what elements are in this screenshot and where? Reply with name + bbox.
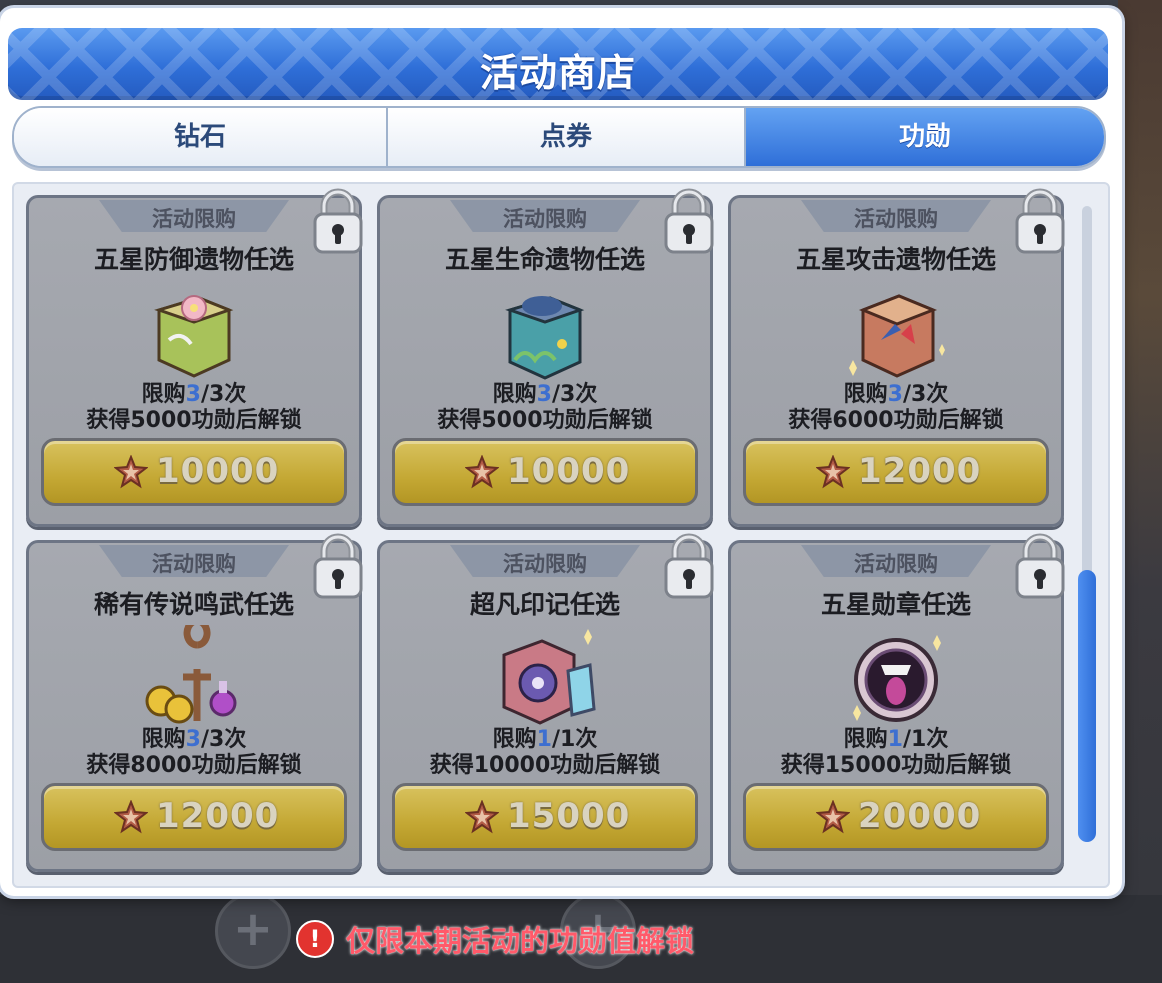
- medal-badge-icon: [853, 635, 941, 722]
- merit-star-icon: [465, 455, 499, 489]
- item-name: 五星防御遗物任选: [93, 245, 294, 274]
- seal-crystal-box-icon: [502, 629, 596, 725]
- item-tag: 活动限购: [503, 552, 587, 576]
- merit-star-icon: [465, 800, 499, 834]
- buy-button[interactable]: 10000: [392, 438, 698, 506]
- lock-icon: [664, 188, 714, 254]
- notice-text: 仅限本期活动的功勋值解锁: [346, 924, 695, 958]
- plus-icon: +: [215, 893, 291, 969]
- item-name: 超凡印记任选: [469, 590, 620, 619]
- unlock-condition: 获得15000功勋后解锁: [780, 753, 1012, 778]
- item-price: 10000: [156, 451, 280, 491]
- tab-diamond[interactable]: 钻石: [14, 108, 388, 166]
- buy-button[interactable]: 15000: [392, 783, 698, 851]
- scrollbar-thumb[interactable]: [1078, 570, 1096, 842]
- attack-relic-box-icon: [849, 294, 945, 378]
- unlock-condition: 获得5000功勋后解锁: [86, 408, 302, 433]
- item-tag: 活动限购: [503, 207, 587, 231]
- buy-button[interactable]: 20000: [743, 783, 1049, 851]
- tab-merit[interactable]: 功勋: [746, 108, 1104, 166]
- shop-item-card[interactable]: 活动限购 超凡印记任选 限购1/1次 获得10000功勋后解锁 15000: [377, 533, 714, 872]
- shop-item-card[interactable]: 活动限购 五星攻击遗物任选 限购3/3次 获得6000功勋后解锁 12000: [728, 188, 1065, 527]
- unlock-condition: 获得6000功勋后解锁: [788, 408, 1004, 433]
- merit-star-icon: [816, 455, 850, 489]
- cherry-blossom-relic-box-icon: [154, 295, 234, 378]
- item-tag: 活动限购: [152, 552, 236, 576]
- unlock-condition: 获得8000功勋后解锁: [86, 753, 302, 778]
- item-price: 15000: [507, 796, 631, 836]
- warning-icon: !: [296, 920, 334, 958]
- item-name: 五星勋章任选: [820, 590, 971, 619]
- item-tag: 活动限购: [854, 552, 938, 576]
- shop-title: 活动商店: [479, 51, 636, 95]
- item-tag: 活动限购: [152, 207, 236, 231]
- item-price: 12000: [858, 451, 982, 491]
- lock-icon: [313, 188, 363, 254]
- ocean-relic-box-icon: [505, 296, 585, 380]
- buy-button[interactable]: 12000: [41, 783, 347, 851]
- lock-icon: [1015, 533, 1065, 599]
- buy-button[interactable]: 10000: [41, 438, 347, 506]
- lock-icon: [313, 533, 363, 599]
- shop-item-card[interactable]: 活动限购 五星防御遗物任选 限购3/3次 获得5000功勋后解锁 10000: [26, 188, 363, 527]
- item-name: 稀有传说鸣武任选: [93, 590, 294, 619]
- item-price: 10000: [507, 451, 631, 491]
- unlock-condition: 获得10000功勋后解锁: [429, 753, 661, 778]
- unlock-condition: 获得5000功勋后解锁: [437, 408, 653, 433]
- merit-star-icon: [816, 800, 850, 834]
- item-price: 12000: [156, 796, 280, 836]
- item-price: 20000: [858, 796, 982, 836]
- item-name: 五星生命遗物任选: [444, 245, 645, 274]
- merit-star-icon: [114, 800, 148, 834]
- lock-icon: [664, 533, 714, 599]
- item-tag: 活动限购: [854, 207, 938, 231]
- shop-item-card[interactable]: 活动限购 稀有传说鸣武任选 限购3/3次 获得8000功勋后解锁 12000: [26, 533, 363, 872]
- ankh-coins-potions-icon: [145, 625, 237, 724]
- currency-tabs: 钻石 点券 功勋: [12, 106, 1106, 168]
- shop-item-card[interactable]: 活动限购 五星生命遗物任选 限购3/3次 获得5000功勋后解锁 10000: [377, 188, 714, 527]
- background-scene: [1118, 0, 1162, 983]
- shop-header: 活动商店: [8, 28, 1108, 100]
- tab-coupon[interactable]: 点券: [388, 108, 746, 166]
- merit-star-icon: [114, 455, 148, 489]
- item-name: 五星攻击遗物任选: [795, 245, 996, 274]
- lock-icon: [1015, 188, 1065, 254]
- shop-item-card[interactable]: 活动限购 五星勋章任选 限购1/1次 获得15000功勋后解锁 20000: [728, 533, 1065, 872]
- buy-button[interactable]: 12000: [743, 438, 1049, 506]
